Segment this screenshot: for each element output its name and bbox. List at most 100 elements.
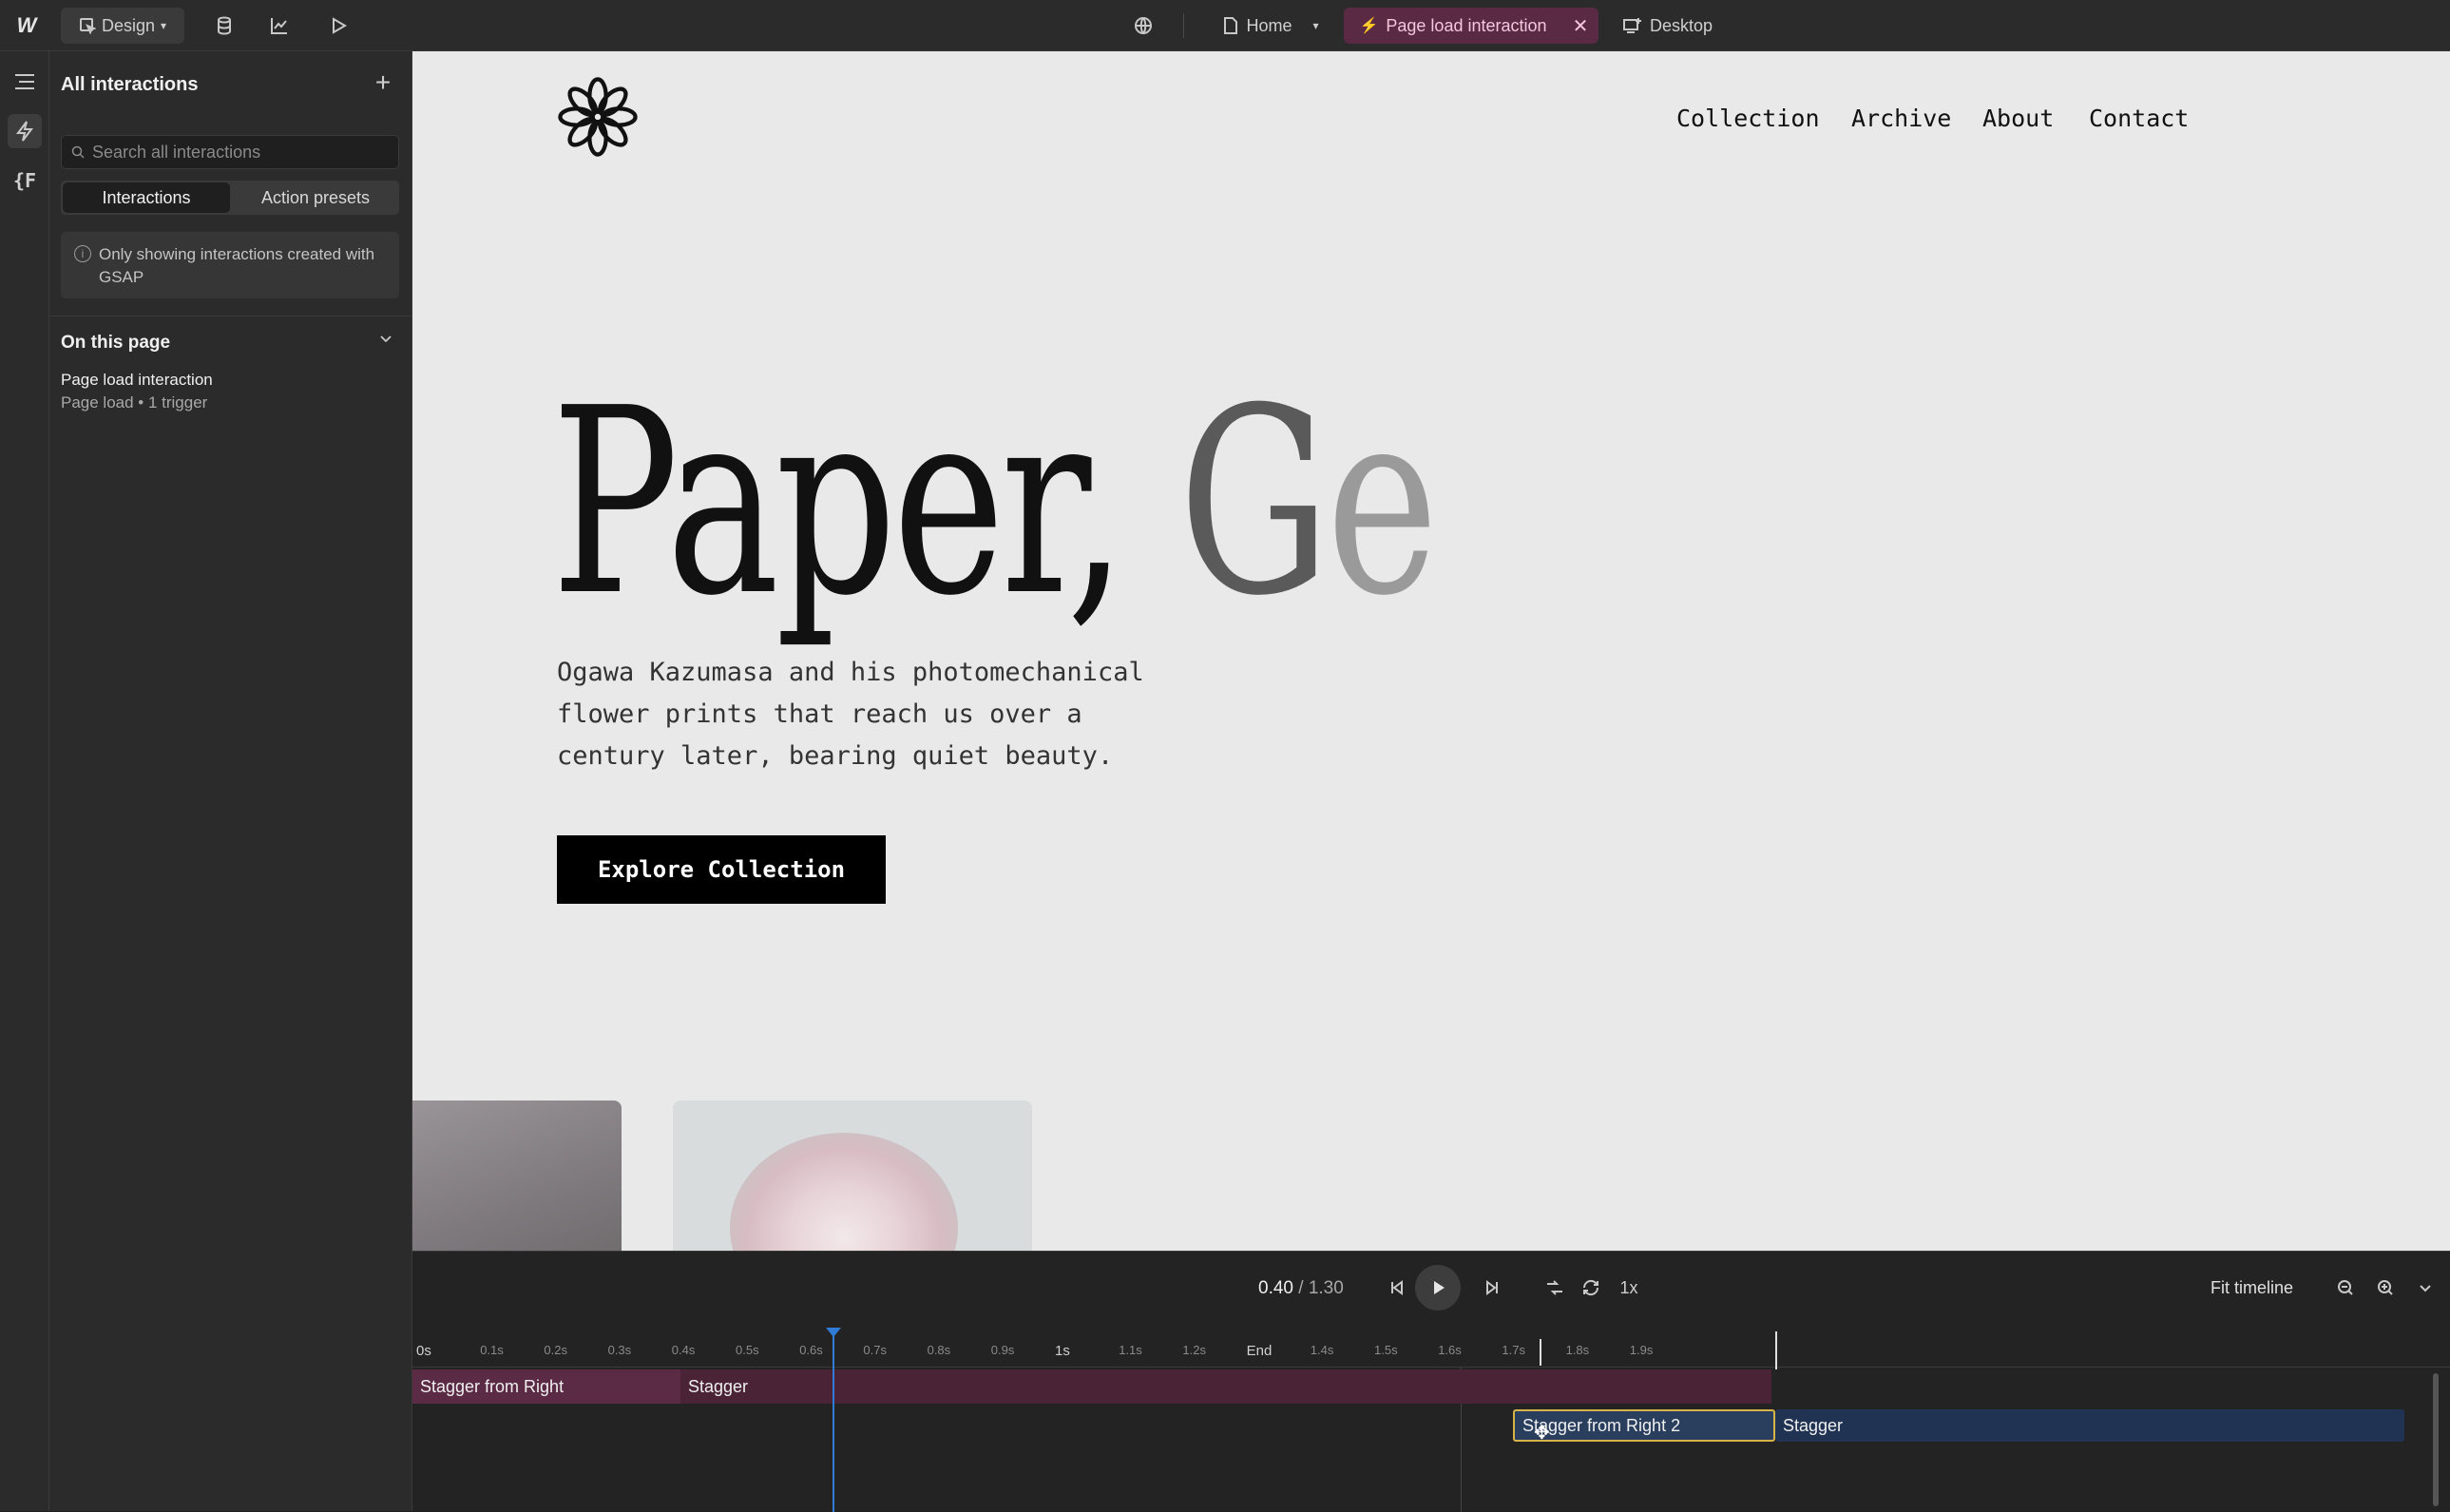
zoom-in-icon (2378, 1280, 2393, 1295)
toolbar-divider (1183, 13, 1184, 38)
webflow-logo[interactable]: W (8, 8, 46, 44)
timeline-ruler[interactable]: 0s 0.1s 0.2s 0.3s 0.4s 0.5s 0.6s 0.7s 0.8s 0.9s 1s… (412, 1335, 2450, 1368)
skip-forward-button[interactable] (1477, 1273, 1507, 1303)
panel-tabs: Interactions Action presets (61, 181, 399, 215)
interaction-item-title[interactable]: Page load interaction (61, 371, 213, 390)
search-icon (71, 145, 85, 159)
search-placeholder: Search all interactions (92, 142, 261, 162)
chart-line-icon (271, 18, 287, 34)
interactions-button[interactable] (8, 114, 42, 148)
search-input[interactable]: Search all interactions (61, 135, 399, 169)
navigator-button[interactable] (8, 65, 42, 99)
play-button[interactable] (1415, 1265, 1461, 1311)
design-mode-button[interactable]: Design ▾ (61, 8, 184, 44)
tab-action-presets[interactable]: Action presets (232, 181, 399, 215)
track-stagger-from-right[interactable]: Stagger from Right (412, 1369, 680, 1404)
ease-button[interactable] (1540, 1273, 1570, 1303)
breakpoint-selector[interactable]: Desktop (1616, 8, 1720, 44)
preview-button[interactable] (319, 8, 357, 44)
chevron-down-icon (2420, 1285, 2431, 1292)
fit-timeline-button[interactable]: Fit timeline (2211, 1278, 2293, 1298)
lightning-icon (16, 121, 33, 142)
speed-button[interactable]: 1x (1614, 1273, 1644, 1303)
close-icon: ✕ (1572, 15, 1589, 37)
globe-icon (1135, 17, 1152, 34)
timeline-options-button[interactable] (2410, 1273, 2440, 1303)
tick-label: 1.4s (1310, 1343, 1334, 1357)
zoom-out-button[interactable] (2330, 1273, 2361, 1303)
end-marker[interactable] (1775, 1331, 1777, 1369)
tick-label: 0.3s (607, 1343, 632, 1357)
timeline-marker (1540, 1339, 1541, 1366)
explore-collection-button[interactable]: Explore Collection (557, 835, 886, 904)
flower-logo-icon[interactable] (557, 76, 639, 158)
tick-label: 1.2s (1182, 1343, 1206, 1357)
skip-forward-icon (1486, 1280, 1498, 1295)
track-stagger-2[interactable]: Stagger (1775, 1409, 2404, 1442)
loop-button[interactable] (1576, 1273, 1606, 1303)
close-interaction-button[interactable]: ✕ (1562, 8, 1598, 44)
variables-button[interactable]: {F (8, 163, 42, 198)
tick-label: 0.5s (736, 1343, 759, 1357)
time-readout: 0.40 / 1.30 (1258, 1278, 1344, 1299)
tick-label: 0s (416, 1343, 431, 1359)
active-interaction-pill[interactable]: ⚡ Page load interaction (1344, 8, 1562, 44)
analytics-button[interactable] (260, 8, 298, 44)
hero-heading: Paper, Ge (551, 374, 1439, 631)
chevron-down-icon: ▾ (1312, 19, 1319, 32)
plus-icon: + (374, 67, 392, 97)
design-canvas[interactable]: Collection Archive About Contact Paper, … (412, 51, 2450, 1251)
active-interaction-label: Page load interaction (1386, 15, 1547, 35)
top-toolbar: W Design ▾ Home ▾ ⚡ Page load interactio… (0, 0, 2450, 51)
design-mode-label: Design (101, 15, 155, 35)
flower-photo (730, 1133, 958, 1251)
zoom-in-button[interactable] (2370, 1273, 2401, 1303)
left-rail: {F (0, 51, 49, 1511)
tick-label: 1.5s (1374, 1343, 1398, 1357)
playhead[interactable] (833, 1331, 834, 1512)
lightning-icon: ⚡ (1359, 18, 1379, 34)
play-icon (1434, 1281, 1445, 1294)
nav-archive[interactable]: Archive (1851, 105, 1951, 132)
hero-intro-text: Ogawa Kazumasa and his photomechanical f… (557, 658, 1144, 771)
hero-heading-main: Paper, (551, 353, 1179, 652)
page-selector[interactable]: Home ▾ (1212, 8, 1330, 44)
globe-button[interactable] (1124, 8, 1162, 44)
tick-label: 1.9s (1629, 1343, 1654, 1357)
tick-label: 1.6s (1438, 1343, 1462, 1357)
current-time: 0.40 (1258, 1278, 1293, 1298)
panel-title: All interactions (61, 74, 199, 95)
interaction-item-subtitle: Page load • 1 trigger (61, 393, 208, 411)
chevron-down-icon[interactable] (378, 331, 393, 351)
timeline-scrollbar[interactable] (2433, 1373, 2439, 1506)
swap-arrows-icon (1547, 1280, 1562, 1295)
timeline-panel: 0.40 / 1.30 1x Fit timeline 0s 0.1s 0.2s 0.… (412, 1251, 2450, 1512)
collection-image-1 (412, 1101, 622, 1251)
zoom-out-icon (2338, 1280, 2353, 1295)
tick-label: End (1246, 1343, 1273, 1359)
nav-contact[interactable]: Contact (2089, 105, 2189, 132)
desktop-icon (1622, 18, 1641, 33)
cms-button[interactable] (205, 8, 243, 44)
skip-back-button[interactable] (1382, 1273, 1412, 1303)
nav-collection[interactable]: Collection (1676, 105, 1820, 132)
tick-label: 0.7s (863, 1343, 887, 1357)
track-stagger-1[interactable]: Stagger (680, 1369, 1771, 1404)
tick-label: 0.2s (544, 1343, 567, 1357)
tick-label: 0.9s (990, 1343, 1015, 1357)
move-cursor-icon: ✥ (1534, 1423, 1550, 1444)
on-this-page-heading[interactable]: On this page (61, 333, 170, 354)
tick-label: 1.7s (1502, 1343, 1525, 1357)
chevron-down-icon: ▾ (161, 19, 167, 32)
tick-label: 0.4s (671, 1343, 696, 1357)
add-interaction-button[interactable]: + (369, 67, 397, 97)
gsap-notice-text: Only showing interactions created with G… (99, 245, 375, 286)
gsap-notice: i Only showing interactions created with… (61, 232, 399, 298)
tick-label: 1.8s (1565, 1343, 1590, 1357)
tick-label: 0.1s (480, 1343, 504, 1357)
info-icon: i (74, 245, 91, 262)
tick-label: 0.6s (799, 1343, 823, 1357)
nav-about[interactable]: About (1982, 105, 2054, 132)
cursor-square-icon (79, 18, 96, 34)
tab-interactions[interactable]: Interactions (63, 182, 230, 213)
